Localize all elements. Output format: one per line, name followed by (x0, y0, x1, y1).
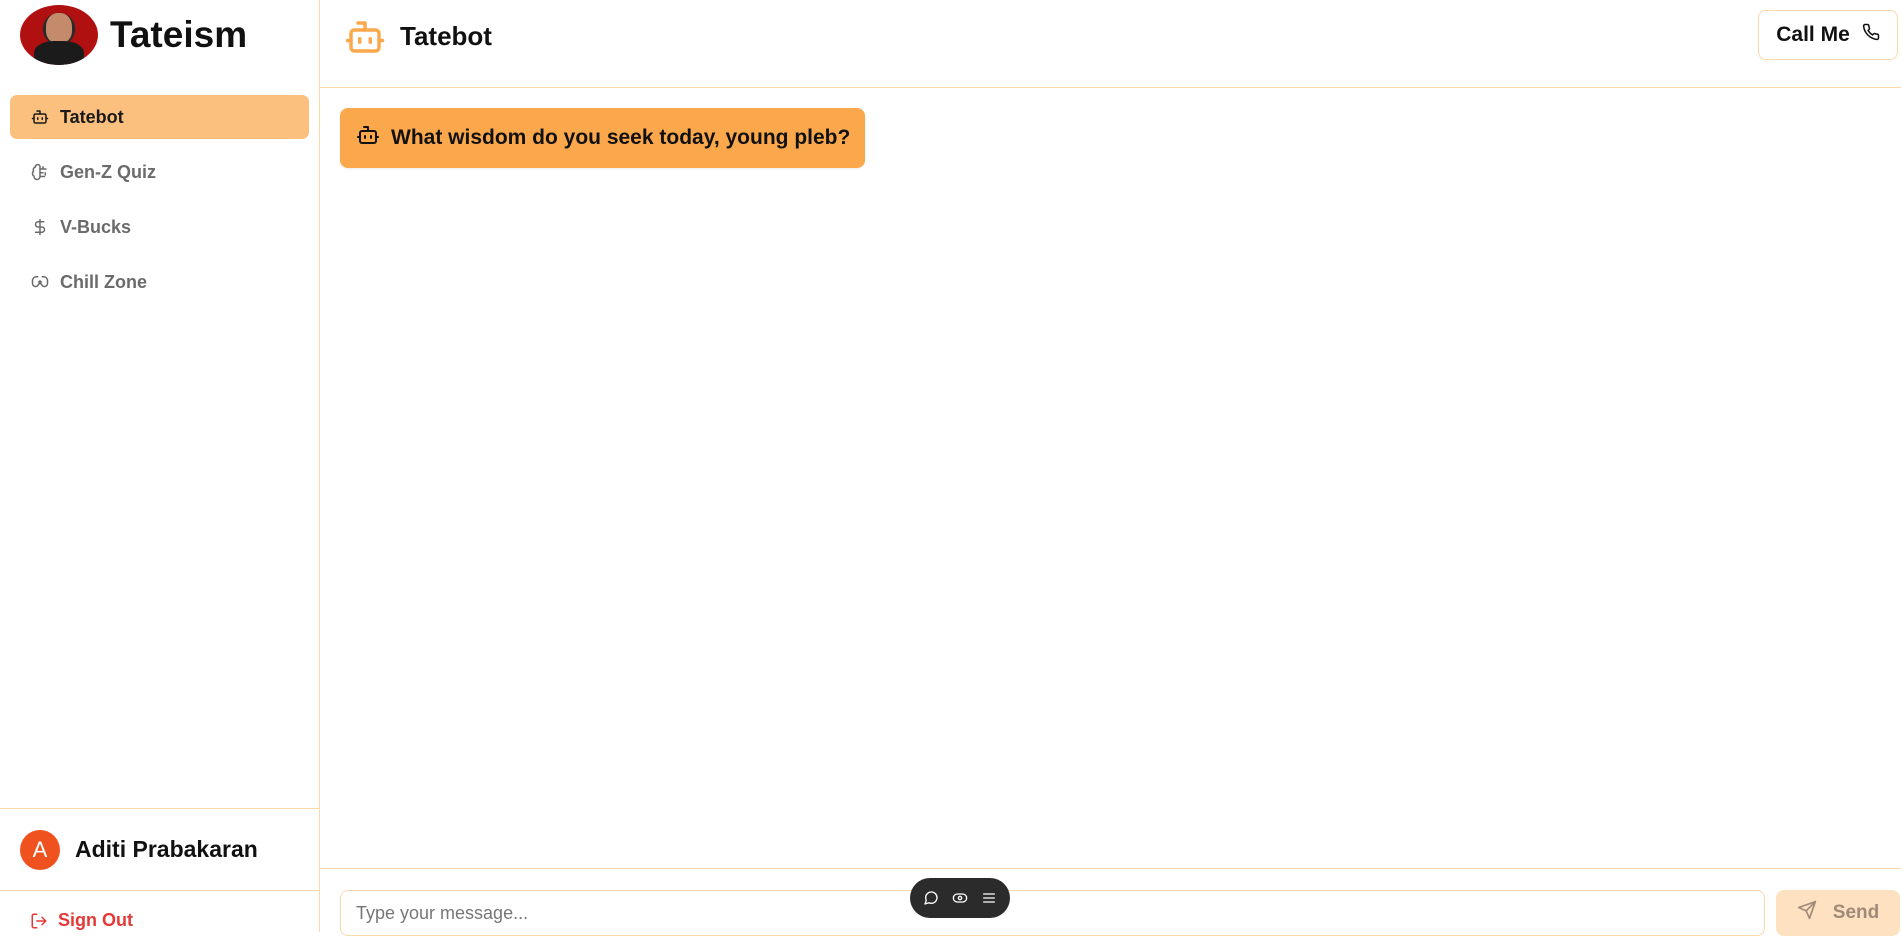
call-me-button[interactable]: Call Me (1758, 10, 1898, 60)
bot-icon (355, 123, 381, 153)
user-name: Aditi Prabakaran (75, 836, 258, 862)
send-label: Send (1832, 902, 1880, 923)
bot-message: What wisdom do you seek today, young ple… (340, 108, 866, 168)
call-me-label: Call Me (1776, 23, 1850, 46)
dollar-icon (30, 217, 50, 237)
phone-icon (1862, 23, 1880, 47)
menu-icon[interactable] (979, 888, 999, 908)
sidebar-nav: Tatebot Gen-Z Quiz V-Bucks Chill Zone (10, 95, 309, 315)
chat-messages: What wisdom do you seek today, young ple… (320, 88, 1901, 868)
brand-avatar-image (20, 5, 98, 65)
sidebar: Tateism Tatebot Gen-Z Quiz V-Bucks Chill… (0, 0, 320, 932)
brand-title: Tateism (110, 14, 248, 55)
brain-icon (30, 162, 50, 182)
sidebar-item-label: Gen-Z Quiz (60, 161, 156, 182)
comment-icon[interactable] (921, 888, 941, 908)
sign-out-button[interactable]: Sign Out (30, 910, 133, 931)
sidebar-item-chill-zone[interactable]: Chill Zone (10, 260, 309, 304)
message-input[interactable] (340, 890, 1765, 936)
sidebar-item-tatebot[interactable]: Tatebot (10, 95, 309, 139)
chat-header: Tatebot Call Me (320, 0, 1901, 88)
sidebar-item-v-bucks[interactable]: V-Bucks (10, 205, 309, 249)
floating-toolbar (910, 878, 1010, 918)
send-icon (1797, 900, 1817, 926)
eye-icon[interactable] (950, 888, 970, 908)
logout-icon (30, 911, 50, 931)
sidebar-item-gen-z-quiz[interactable]: Gen-Z Quiz (10, 150, 309, 194)
sidebar-item-label: Tatebot (60, 106, 124, 127)
sidebar-item-label: V-Bucks (60, 216, 132, 237)
bot-icon (342, 16, 388, 58)
page-title: Tatebot (400, 21, 492, 51)
user-profile: A Aditi Prabakaran (0, 808, 319, 891)
avatar: A (20, 829, 60, 870)
message-text: What wisdom do you seek today, young ple… (391, 126, 851, 149)
sign-out-label: Sign Out (58, 910, 133, 930)
bot-icon (30, 107, 50, 127)
gamepad-icon (30, 272, 50, 292)
sidebar-item-label: Chill Zone (60, 271, 147, 292)
message-composer: Send (320, 868, 1901, 936)
send-button[interactable]: Send (1776, 890, 1900, 936)
brand: Tateism (20, 4, 247, 66)
